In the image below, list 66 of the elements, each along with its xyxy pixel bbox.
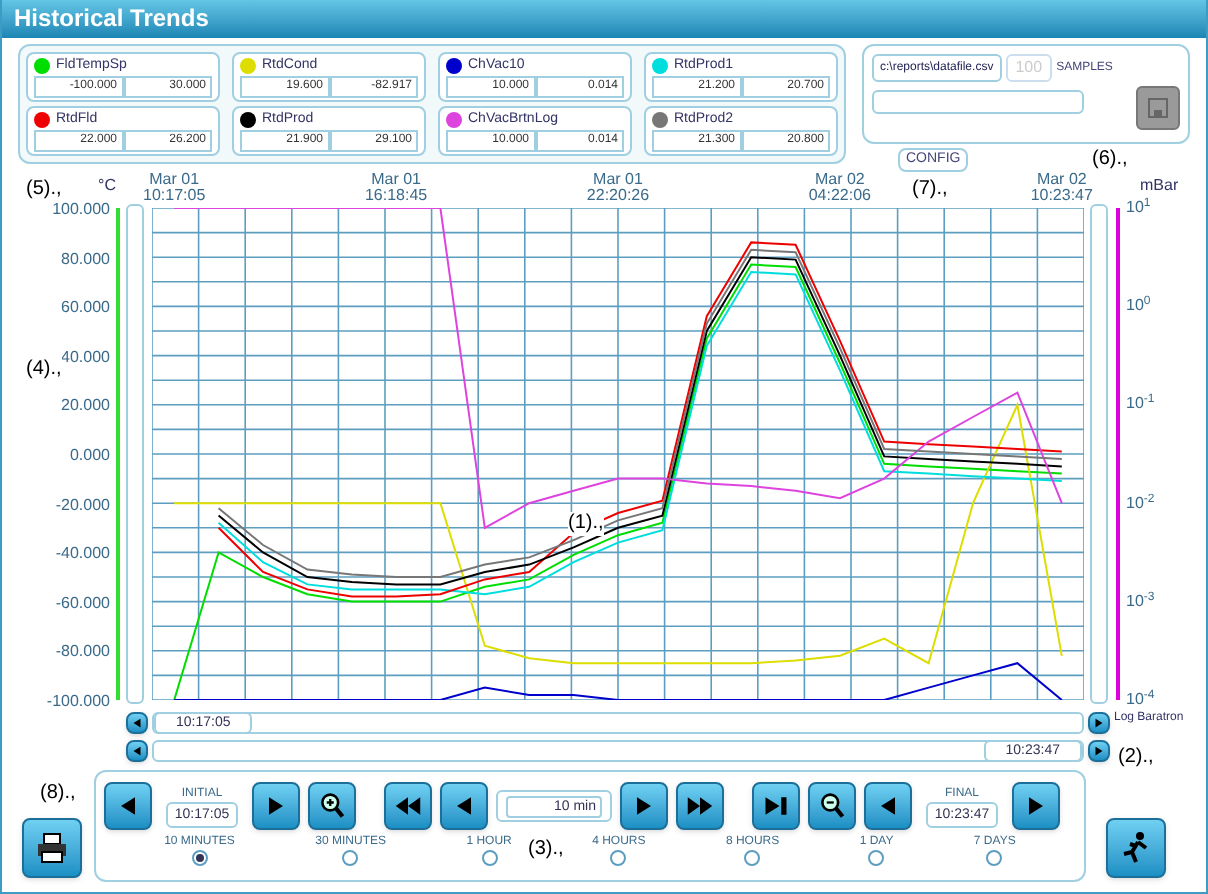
- callout-number: (8).,: [40, 782, 76, 806]
- skip-to-end-icon: [762, 792, 790, 820]
- zoom-out-icon: [818, 792, 846, 820]
- axis-label: 60.000: [59, 298, 110, 317]
- axis-label: -100.000: [44, 692, 110, 710]
- radio-button[interactable]: [744, 850, 761, 866]
- skip-to-end-button[interactable]: [752, 782, 800, 830]
- axis-label: -80.000: [53, 642, 110, 661]
- axis-label: Mar 01 22:20:26: [584, 172, 652, 204]
- printer-icon: [34, 830, 70, 866]
- callout-number: (4).,: [26, 358, 62, 382]
- zoom-out-button[interactable]: [808, 782, 856, 830]
- axis-label: 100.000: [50, 200, 110, 218]
- next-button[interactable]: [1012, 782, 1060, 830]
- scroll-left-button[interactable]: [126, 712, 148, 734]
- step-back-button[interactable]: [440, 782, 488, 830]
- fast-forward-button[interactable]: [676, 782, 724, 830]
- unit-label: °C: [98, 174, 116, 198]
- axis-label: 10$^{1}$: [1126, 198, 1151, 216]
- previous-button[interactable]: [104, 782, 152, 830]
- axis-label: 10$^{-3}$: [1126, 591, 1155, 610]
- axis-label: 40.000: [60, 347, 110, 366]
- axis-label: 10$^{-2}$: [1126, 493, 1155, 512]
- callout-number: (6).,: [1092, 148, 1128, 172]
- axis-label: -20.000: [53, 495, 110, 514]
- callout-number: (7).,: [912, 178, 948, 202]
- rewind-icon: [394, 792, 422, 820]
- axis-label: 0.000: [67, 446, 110, 464]
- axis-label: 10$^{-4}$: [1126, 690, 1155, 708]
- scroll-right-button[interactable]: [1088, 712, 1110, 734]
- scroll-left-button[interactable]: [126, 740, 148, 762]
- radio-button[interactable]: [342, 850, 359, 866]
- step-forward-button[interactable]: [620, 782, 668, 830]
- axis-label: 10$^{-1}$: [1126, 394, 1155, 413]
- axis-label: -60.000: [53, 593, 110, 612]
- callout-number: (1).,: [568, 512, 604, 536]
- input-field[interactable]: [872, 90, 1084, 114]
- axis-label: -40.000: [53, 544, 110, 563]
- zoom-in-button[interactable]: [308, 782, 356, 830]
- scroll-right-button[interactable]: [1088, 740, 1110, 762]
- window-title: Historical Trends: [2, 0, 1206, 38]
- vertical-scrollbar[interactable]: [126, 204, 144, 704]
- radio-button[interactable]: [868, 850, 885, 866]
- run-button[interactable]: [1106, 818, 1166, 878]
- rewind-button[interactable]: [384, 782, 432, 830]
- radio-button[interactable]: [986, 850, 1003, 866]
- radio-button[interactable]: [481, 850, 498, 866]
- callout-number: (5).,: [26, 178, 62, 202]
- unit-label: mBar: [1140, 174, 1179, 197]
- radio-button[interactable]: [610, 850, 627, 866]
- print-button[interactable]: [22, 818, 82, 878]
- next-button[interactable]: [252, 782, 300, 830]
- vertical-scrollbar[interactable]: [1090, 204, 1108, 704]
- axis-label: 80.000: [59, 249, 110, 268]
- callout-number: (3).,: [528, 838, 564, 862]
- axis-label: Mar 01 10:17:05: [141, 172, 208, 204]
- axis-label: Mar 02 04:22:06: [806, 172, 873, 204]
- radio-button[interactable]: [191, 850, 208, 866]
- previous-button[interactable]: [864, 782, 912, 830]
- fast-forward-icon: [686, 792, 714, 820]
- callout-number: (2).,: [1118, 746, 1154, 770]
- axis-label: 10$^{0}$: [1126, 296, 1151, 315]
- axis-label: 20.000: [59, 396, 110, 415]
- zoom-in-icon: [318, 792, 346, 820]
- axis-label: Mar 01 16:18:45: [362, 172, 430, 204]
- axis-label: Mar 02 10:23:47: [1028, 172, 1095, 204]
